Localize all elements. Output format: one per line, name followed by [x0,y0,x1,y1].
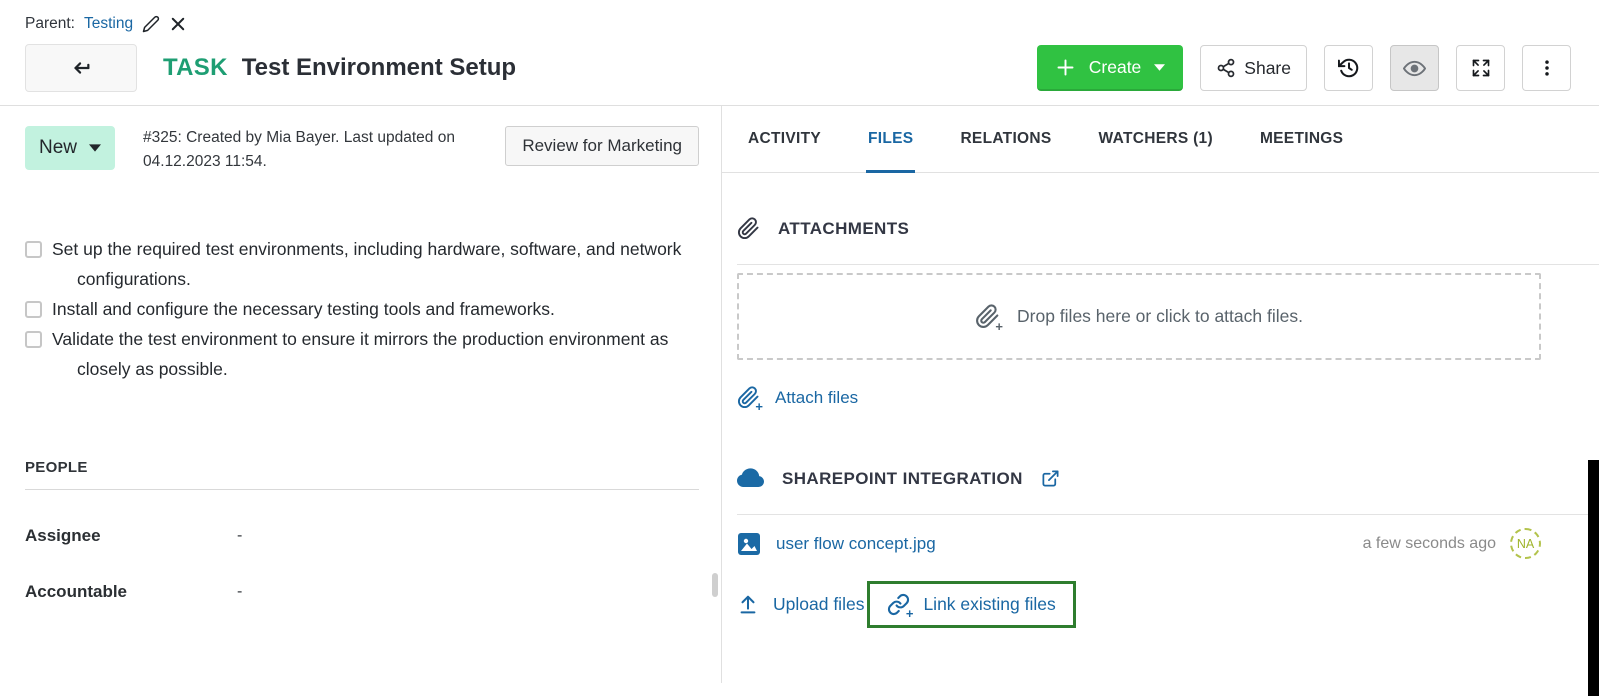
accountable-label: Accountable [25,582,237,602]
attach-files-link[interactable]: + Attach files [737,386,858,409]
side-panel: ACTIVITY FILES RELATIONS WATCHERS (1) ME… [722,106,1599,683]
attachments-section-heading: ATTACHMENTS [737,217,1599,240]
accountable-value[interactable]: - [237,583,242,601]
people-divider [25,489,699,490]
more-options-button[interactable] [1522,45,1571,91]
cloud-icon [737,465,764,492]
activity-history-button[interactable] [1324,45,1373,91]
parent-link[interactable]: Testing [84,15,133,33]
external-link-icon[interactable] [1041,469,1060,488]
description-checklist: Set up the required test environments, i… [25,234,699,384]
share-icon [1216,58,1236,78]
chevron-down-icon [89,144,101,152]
header: TASK Test Environment Setup Create Share [0,33,1599,105]
tab-relations[interactable]: RELATIONS [944,106,1067,172]
edit-parent-pencil-icon[interactable] [142,15,160,33]
checklist-item-label: Set up the required test environments, i… [52,234,699,294]
upload-files-label: Upload files [773,594,864,615]
back-arrow-icon [70,57,92,79]
assignee-label: Assignee [25,526,237,546]
dropzone-text: Drop files here or click to attach files… [1017,306,1303,327]
attach-files-label: Attach files [775,388,858,408]
accountable-field: Accountable - [25,582,699,602]
work-package-page: Parent: Testing TASK Test Environment Se… [0,0,1599,696]
details-panel: New #325: Created by Mia Bayer. Last upd… [0,106,722,683]
fullscreen-button[interactable] [1456,45,1505,91]
watch-button[interactable] [1390,45,1439,91]
tab-activity[interactable]: ACTIVITY [732,106,837,172]
scrollbar-thumb[interactable] [712,573,718,597]
status-label: New [39,137,77,159]
avatar: NA [1510,528,1541,559]
checklist-item: Validate the test environment to ensure … [25,324,699,384]
image-file-icon [737,532,761,556]
file-link[interactable]: user flow concept.jpg [776,534,936,554]
parent-bar: Parent: Testing [0,0,1599,33]
review-for-marketing-button[interactable]: Review for Marketing [505,126,699,166]
checklist-item-label: Validate the test environment to ensure … [52,324,699,384]
share-button[interactable]: Share [1200,45,1307,91]
create-button[interactable]: Create [1037,45,1184,91]
paperclip-icon [737,217,760,240]
sharepoint-title: SHAREPOINT INTEGRATION [782,469,1023,489]
page-title[interactable]: Test Environment Setup [242,54,516,82]
sharepoint-divider [737,514,1599,515]
checklist-item: Install and configure the necessary test… [25,294,699,324]
attachments-title: ATTACHMENTS [778,219,909,239]
file-dropzone[interactable]: + Drop files here or click to attach fil… [737,273,1541,360]
checkbox[interactable] [25,331,42,348]
sharepoint-section-heading: SHAREPOINT INTEGRATION [737,465,1599,492]
checkbox[interactable] [25,241,42,258]
checklist-item: Set up the required test environments, i… [25,234,699,294]
link-existing-files-label: Link existing files [923,594,1055,615]
assignee-value[interactable]: - [237,527,242,545]
assignee-field: Assignee - [25,526,699,546]
checkbox[interactable] [25,301,42,318]
sharepoint-actions: Upload files + Link existing files [737,581,1599,628]
link-plus-icon: + [887,593,910,616]
share-button-label: Share [1244,58,1291,79]
upload-icon [737,594,759,616]
screen-edge-black-bar [1588,460,1599,696]
parent-label: Parent: [25,15,75,33]
tab-files[interactable]: FILES [852,106,929,172]
history-icon [1338,57,1360,79]
file-meta: a few seconds ago NA [1363,528,1541,559]
attachments-divider [737,264,1599,265]
create-button-label: Create [1089,57,1142,78]
status-row: New #325: Created by Mia Bayer. Last upd… [25,126,699,174]
plus-icon [1055,57,1076,78]
created-updated-info: #325: Created by Mia Bayer. Last updated… [143,126,485,174]
upload-files-link[interactable]: Upload files [737,594,864,616]
tab-bar: ACTIVITY FILES RELATIONS WATCHERS (1) ME… [722,106,1599,173]
chevron-down-icon [1154,64,1165,71]
tab-meetings[interactable]: MEETINGS [1244,106,1359,172]
tab-watchers[interactable]: WATCHERS (1) [1083,106,1229,172]
status-dropdown[interactable]: New [25,126,115,170]
paperclip-plus-icon: + [975,304,1000,329]
checklist-item-label: Install and configure the necessary test… [52,294,555,324]
header-toolbar: Create Share [1037,45,1571,91]
file-timestamp: a few seconds ago [1363,535,1496,553]
paperclip-plus-icon: + [737,386,760,409]
back-button[interactable] [25,44,137,92]
remove-parent-close-icon[interactable] [169,15,187,33]
linked-file-row: user flow concept.jpg a few seconds ago … [737,528,1541,559]
work-package-type[interactable]: TASK [163,54,228,82]
eye-icon [1403,57,1426,80]
kebab-menu-icon [1537,58,1557,78]
expand-icon [1471,58,1491,78]
link-existing-files-button[interactable]: + Link existing files [867,581,1075,628]
people-section-heading: PEOPLE [25,459,699,476]
